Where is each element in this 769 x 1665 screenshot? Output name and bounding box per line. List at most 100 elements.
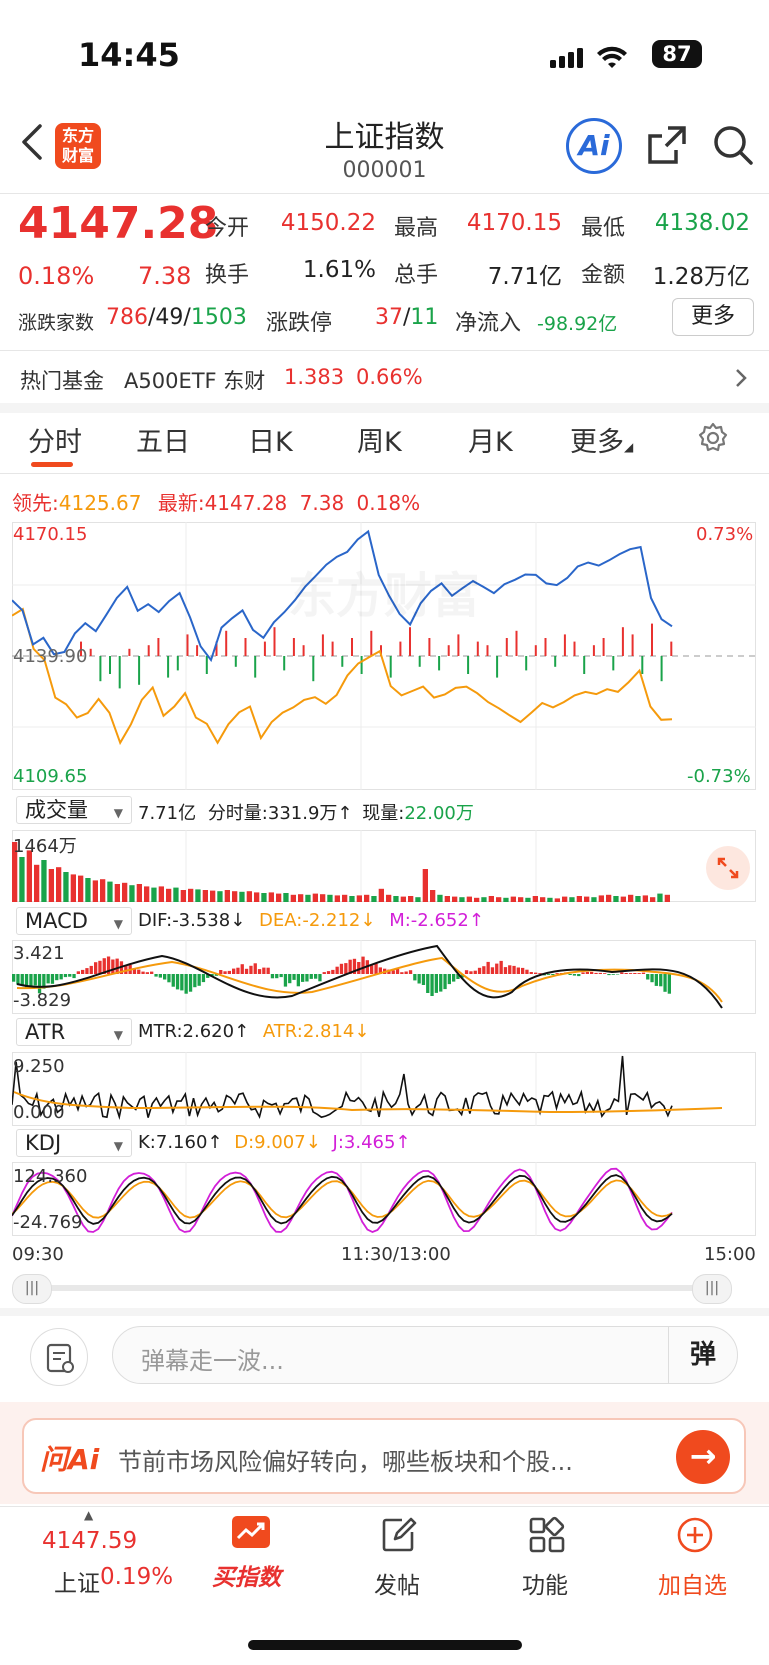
macd-bar [374,963,378,974]
tab-daily-k[interactable]: 日K [248,420,293,459]
pct-min-label: -0.73% [687,766,751,787]
macd-bar [434,974,438,993]
flow-bar [234,656,237,667]
flow-bar [496,656,499,678]
macd-bar [68,974,72,977]
hot-fund-row[interactable]: 热门基金 A500ETF 东财 1.383 0.66% [0,351,769,403]
flow-bar [138,656,141,685]
range-slider-right-handle[interactable]: ||| [692,1274,732,1304]
macd-chart[interactable] [12,940,756,1014]
grid-frame [12,1052,756,1126]
share-icon[interactable] [646,124,688,166]
kdj-indicator-select[interactable]: KDJ ▼ [16,1129,132,1157]
flow-bar [544,638,547,656]
volume-indicator-select[interactable]: 成交量 ▼ [16,796,132,824]
flow-bar [157,638,160,656]
kdj-chart[interactable] [12,1162,756,1236]
flow-bar [447,645,450,656]
flow-bar [641,656,644,674]
x-tick-midday: 11:30/13:00 [341,1244,451,1265]
ask-ai-go-button[interactable]: → [676,1430,730,1484]
quote-more-button[interactable]: 更多 [672,298,754,336]
macd-bar [193,974,197,988]
volume-info: 7.71亿 分时量:331.9万↑ 现量:22.00万 [138,803,474,824]
amount-value: 1.28万亿 [652,264,750,290]
volume-bar [166,888,172,902]
expand-icon [717,857,739,879]
volume-bar [78,875,84,902]
kdj-top-label: 124.360 [13,1166,88,1187]
macd-bar [611,974,615,975]
nav-function[interactable]: 功能 [510,1512,582,1602]
tab-five-day[interactable]: 五日 [136,420,190,459]
nav-post[interactable]: 发帖 [362,1512,434,1602]
macd-bar [240,964,244,974]
macd-bar [546,974,551,975]
macd-bar [270,974,275,979]
atr-indicator-select[interactable]: ATR ▼ [16,1018,132,1046]
intraday-chart[interactable]: 东方财富 [12,522,756,790]
flow-bar [505,638,508,656]
macd-bar [275,974,279,979]
status-time: 14:45 [78,36,180,74]
flow-bar [273,627,276,656]
tab-more[interactable]: 更多◢ [570,420,633,459]
volume-label: 总手 [394,263,439,288]
flow-bar [360,656,363,674]
ai-button[interactable]: Ai [566,118,622,174]
macd-bar [344,963,348,974]
flow-bar [283,656,286,671]
danmu-placeholder: 弹幕走一波... [141,1347,284,1375]
volume-bar [532,896,538,902]
volume-bar [246,891,252,902]
volume-bar [591,897,597,902]
search-icon[interactable] [712,124,754,166]
volume-bar [650,897,656,902]
danmu-toggle-button[interactable]: 弹 [668,1327,737,1383]
ask-ai-box[interactable]: 问Ai 节前市场风险偏好转向，哪些板块和个股... → [22,1418,746,1494]
range-slider-track[interactable] [38,1285,712,1291]
flow-bar [602,638,605,656]
macd-bar [667,974,671,994]
volume-bar [613,896,619,902]
expand-button[interactable] [706,846,750,890]
volume-bar [85,878,91,902]
volume-chart[interactable] [12,830,756,902]
x-tick-close: 15:00 [704,1244,756,1265]
volume-bar [635,896,641,902]
nav-index-value[interactable]: 4147.59 [42,1528,137,1554]
edit-post-icon [382,1517,417,1552]
limit-values: 37/11 [375,305,439,330]
flow-bar [389,656,392,678]
x-tick-open: 09:30 [12,1244,64,1265]
nav-add-watchlist[interactable]: 加自选 [650,1512,740,1602]
atr-bottom-label: 0.000 [13,1102,65,1123]
range-slider-left-handle[interactable]: ||| [12,1274,52,1304]
volume-bar [466,896,472,902]
tab-weekly-k[interactable]: 周K [357,420,402,459]
volume-bar [342,894,348,902]
settings-gear-icon[interactable] [696,421,730,455]
macd-bar [197,974,201,986]
atr-chart[interactable] [12,1052,756,1126]
nav-index-name[interactable]: 上证 [54,1564,100,1598]
tab-intraday[interactable]: 分时 [28,420,82,459]
tab-monthly-k[interactable]: 月K [468,420,513,459]
volume-bar [664,894,670,902]
volume-bar [34,864,40,902]
note-button[interactable] [30,1328,88,1386]
up-small-icon: ▲ [84,1508,94,1522]
volume-bar [41,860,47,902]
add-circle-icon [677,1517,713,1553]
y-mid-label: 4139.90 [13,646,88,667]
volume-bar [569,897,575,902]
volume-bar [56,867,62,902]
volume-bar [48,869,54,902]
nav-buy-index[interactable]: 买指数 [208,1512,292,1602]
macd-indicator-select[interactable]: MACD ▼ [16,907,132,935]
macd-bar [59,974,63,980]
flow-bar [428,638,431,656]
macd-bar [76,971,80,974]
macd-bar [443,974,447,990]
danmu-input[interactable]: 弹幕走一波... 弹 [112,1326,738,1384]
